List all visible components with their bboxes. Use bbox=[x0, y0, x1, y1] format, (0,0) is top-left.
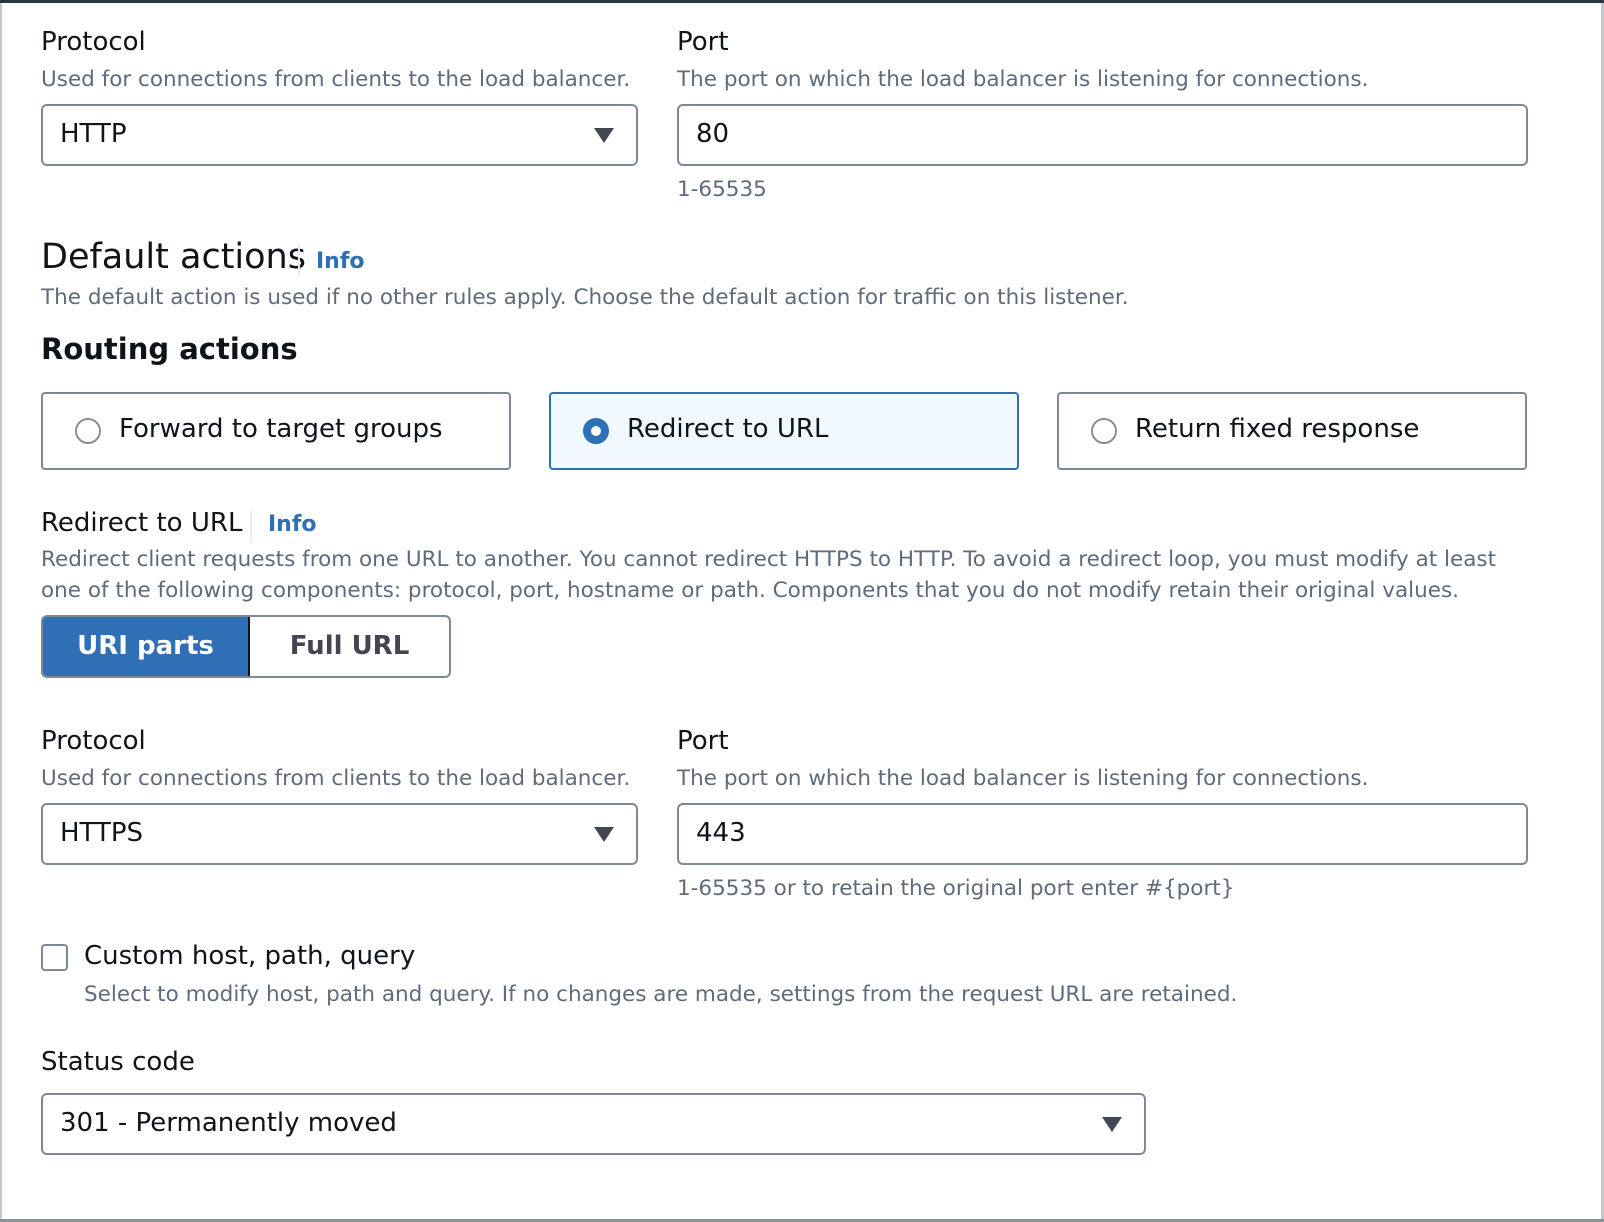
left-border bbox=[0, 3, 2, 1222]
routing-option-redirect[interactable]: Redirect to URL bbox=[549, 392, 1019, 470]
custom-host-label[interactable]: Custom host, path, query bbox=[84, 941, 415, 971]
title-divider bbox=[250, 510, 252, 542]
routing-option-label: Forward to target groups bbox=[119, 414, 443, 444]
redirect-port-description: The port on which the load balancer is l… bbox=[677, 766, 1369, 791]
redirect-protocol-description: Used for connections from clients to the… bbox=[41, 766, 631, 791]
custom-host-description: Select to modify host, path and query. I… bbox=[84, 982, 1238, 1007]
redirect-port-label: Port bbox=[677, 726, 729, 756]
title-divider bbox=[298, 244, 300, 276]
redirect-title: Redirect to URL bbox=[41, 508, 243, 538]
redirect-protocol-select[interactable]: HTTPS bbox=[41, 803, 638, 865]
top-border bbox=[0, 0, 1604, 3]
default-actions-info-link[interactable]: Info bbox=[316, 249, 365, 274]
status-code-select-value: 301 - Permanently moved bbox=[60, 1108, 397, 1138]
redirect-mode-toggle: URI parts Full URL bbox=[41, 615, 451, 678]
protocol-select-value: HTTP bbox=[60, 119, 127, 149]
mode-uri-parts-button[interactable]: URI parts bbox=[43, 617, 250, 676]
radio-unchecked-icon[interactable] bbox=[1091, 418, 1117, 444]
port-input[interactable]: 80 bbox=[677, 104, 1528, 166]
protocol-description: Used for connections from clients to the… bbox=[41, 67, 631, 92]
redirect-port-hint: 1-65535 or to retain the original port e… bbox=[677, 876, 1235, 901]
redirect-port-input-value: 443 bbox=[696, 818, 746, 848]
caret-down-icon bbox=[594, 827, 614, 842]
redirect-info-link[interactable]: Info bbox=[268, 512, 317, 537]
status-code-label: Status code bbox=[41, 1047, 195, 1077]
status-code-select[interactable]: 301 - Permanently moved bbox=[41, 1093, 1146, 1155]
custom-host-checkbox[interactable] bbox=[41, 944, 68, 971]
default-actions-title: Default actions bbox=[41, 237, 306, 277]
redirect-description-line1: Redirect client requests from one URL to… bbox=[41, 547, 1497, 572]
port-hint: 1-65535 bbox=[677, 177, 767, 202]
routing-actions-title: Routing actions bbox=[41, 332, 298, 366]
default-actions-description: The default action is used if no other r… bbox=[41, 285, 1129, 310]
routing-option-label: Return fixed response bbox=[1135, 414, 1420, 444]
port-description: The port on which the load balancer is l… bbox=[677, 67, 1369, 92]
caret-down-icon bbox=[594, 128, 614, 143]
redirect-protocol-label: Protocol bbox=[41, 726, 146, 756]
protocol-label: Protocol bbox=[41, 27, 146, 57]
port-input-value: 80 bbox=[696, 119, 730, 149]
radio-unchecked-icon[interactable] bbox=[75, 418, 101, 444]
caret-down-icon bbox=[1102, 1117, 1122, 1132]
redirect-protocol-select-value: HTTPS bbox=[60, 818, 144, 848]
routing-option-forward[interactable]: Forward to target groups bbox=[41, 392, 511, 470]
redirect-port-input[interactable]: 443 bbox=[677, 803, 1528, 865]
redirect-description-line2: one of the following components: protoco… bbox=[41, 578, 1459, 603]
routing-option-label: Redirect to URL bbox=[627, 414, 829, 444]
mode-full-url-button[interactable]: Full URL bbox=[250, 617, 449, 676]
radio-checked-icon[interactable] bbox=[583, 418, 609, 444]
port-label: Port bbox=[677, 27, 729, 57]
protocol-select[interactable]: HTTP bbox=[41, 104, 638, 166]
routing-option-fixed-response[interactable]: Return fixed response bbox=[1057, 392, 1527, 470]
